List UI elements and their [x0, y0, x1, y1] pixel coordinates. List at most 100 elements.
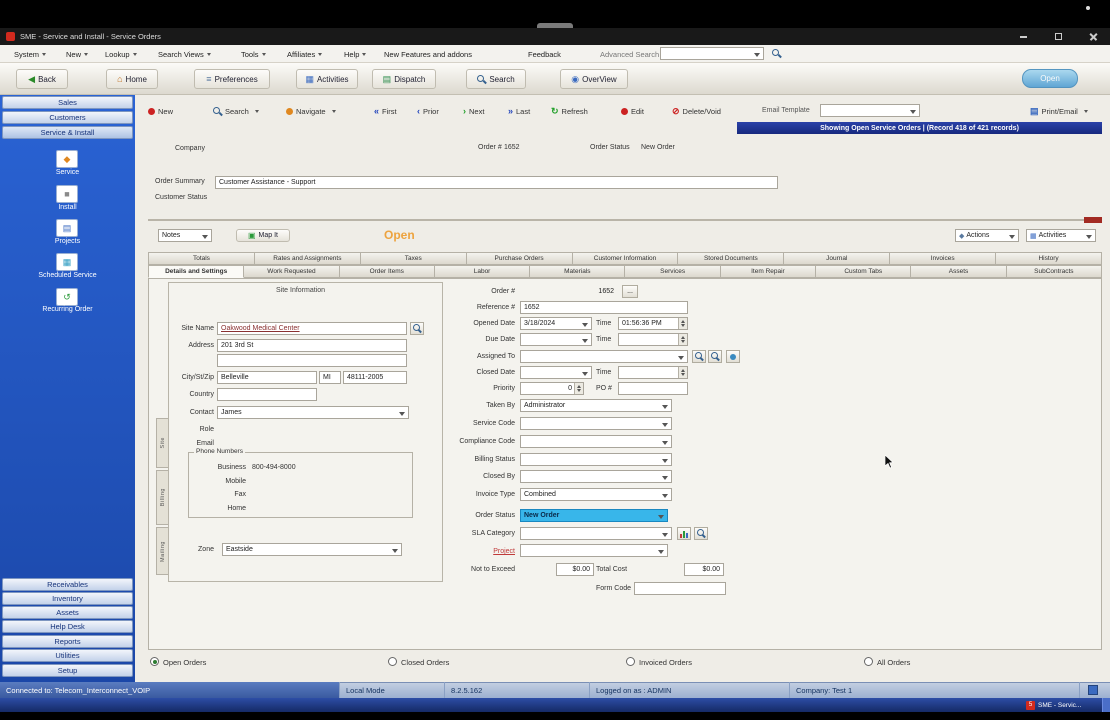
navigate-button[interactable]: Navigate	[286, 104, 336, 118]
closed-date-dropdown[interactable]	[520, 366, 592, 379]
print-email-button[interactable]: ▤ Print/Email	[1030, 104, 1088, 118]
activities-dropdown[interactable]: ▦ Activities	[1026, 229, 1096, 242]
opened-date-dropdown[interactable]: 3/18/2024	[520, 317, 592, 330]
due-date-dropdown[interactable]	[520, 333, 592, 346]
sidebar-item-sales[interactable]: Sales	[2, 96, 133, 109]
open-orders-label[interactable]: Open Orders	[163, 658, 206, 667]
taken-by-dropdown[interactable]: Administrator	[520, 399, 672, 412]
menu-search-views[interactable]: Search Views	[158, 48, 211, 60]
activities-button[interactable]: ▦ Activities	[296, 69, 358, 89]
assigned-contacts-button[interactable]	[726, 350, 740, 363]
edit-button[interactable]: Edit	[621, 104, 644, 118]
show-desktop-button[interactable]	[1102, 698, 1110, 712]
project-dropdown[interactable]	[520, 544, 668, 557]
tab-invoices[interactable]: Invoices	[890, 252, 997, 265]
recurring-order-module-icon[interactable]: ↺	[56, 288, 78, 306]
back-button[interactable]: ◀ Back	[16, 69, 68, 89]
menu-system[interactable]: System	[14, 48, 47, 60]
tab-work-requested[interactable]: Work Requested	[244, 265, 340, 278]
tab-taxes[interactable]: Taxes	[360, 252, 467, 265]
open-view-button[interactable]: Open	[1022, 69, 1078, 88]
not-to-exceed-input[interactable]: $0.00	[556, 563, 594, 576]
notes-dropdown[interactable]: Notes	[158, 229, 212, 242]
zip-input[interactable]: 48111-2005	[343, 371, 407, 384]
prior-record-button[interactable]: ‹ Prior	[417, 104, 439, 118]
order-status-dropdown[interactable]: New Order	[520, 509, 668, 522]
scheduled-service-module-icon[interactable]: ▦	[56, 253, 78, 271]
tab-history[interactable]: History	[996, 252, 1103, 265]
last-record-button[interactable]: » Last	[508, 104, 530, 118]
tab-rates-assignments[interactable]: Rates and Assignments	[254, 252, 361, 265]
all-orders-radio[interactable]	[864, 657, 873, 666]
menu-new[interactable]: New	[66, 48, 89, 60]
menu-feedback[interactable]: Feedback	[528, 48, 561, 60]
tab-order-items[interactable]: Order Items	[339, 265, 435, 278]
dispatch-button[interactable]: ▤ Dispatch	[372, 69, 436, 89]
sidebar-module-projects[interactable]: Projects	[0, 238, 135, 245]
closed-orders-radio[interactable]	[388, 657, 397, 666]
sidebar-module-scheduled-service[interactable]: Scheduled Service	[0, 272, 135, 279]
next-record-button[interactable]: › Next	[463, 104, 484, 118]
vtab-site[interactable]: Site	[156, 418, 168, 468]
zone-dropdown[interactable]: Eastside	[222, 543, 402, 556]
sidebar-item-setup[interactable]: Setup	[2, 664, 133, 677]
email-template-combo[interactable]	[820, 104, 920, 117]
tab-journal[interactable]: Journal	[784, 252, 891, 265]
tab-labor[interactable]: Labor	[434, 265, 531, 278]
po-number-input[interactable]	[618, 382, 688, 395]
menu-affiliates[interactable]: Affiliates	[287, 48, 323, 60]
tab-materials[interactable]: Materials	[530, 265, 626, 278]
sla-chart-button[interactable]	[677, 527, 691, 540]
priority-spinner[interactable]	[574, 383, 583, 394]
sidebar-item-assets[interactable]: Assets	[2, 606, 133, 619]
search-record-button[interactable]: Search	[213, 104, 259, 118]
sidebar-item-reports[interactable]: Reports	[2, 635, 133, 648]
project-link[interactable]: Project	[447, 548, 515, 555]
closed-time-input[interactable]	[618, 366, 688, 379]
priority-stepper[interactable]: 0	[520, 382, 584, 395]
refresh-button[interactable]: ↻ Refresh	[551, 104, 588, 118]
due-time-input[interactable]	[618, 333, 688, 346]
tab-item-repair[interactable]: Item Repair	[720, 265, 817, 278]
delete-void-button[interactable]: ⊘ Delete/Void	[672, 104, 721, 118]
tab-custom-tabs[interactable]: Custom Tabs	[816, 265, 912, 278]
maximize-button[interactable]	[1049, 31, 1067, 42]
closed-by-dropdown[interactable]	[520, 470, 672, 483]
invoiced-orders-label[interactable]: Invoiced Orders	[639, 658, 692, 667]
time-spinner[interactable]	[678, 318, 687, 329]
install-module-icon[interactable]: ■	[56, 185, 78, 203]
search-icon[interactable]	[772, 49, 781, 58]
sidebar-item-utilities[interactable]: Utilities	[2, 649, 133, 662]
tab-subcontracts[interactable]: SubContracts	[1006, 265, 1102, 278]
menu-tools[interactable]: Tools	[241, 48, 266, 60]
tab-totals[interactable]: Totals	[148, 252, 255, 265]
vtab-mailing[interactable]: Mailing	[156, 527, 168, 575]
tab-details-settings[interactable]: Details and Settings	[148, 265, 245, 278]
reference-input[interactable]: 1652	[520, 301, 688, 314]
tab-customer-information[interactable]: Customer Information	[572, 252, 679, 265]
state-input[interactable]: MI	[319, 371, 341, 384]
service-code-dropdown[interactable]	[520, 417, 672, 430]
site-lookup-button[interactable]	[410, 322, 424, 335]
closed-orders-label[interactable]: Closed Orders	[401, 658, 449, 667]
actions-dropdown[interactable]: ◆ Actions	[955, 229, 1019, 242]
tab-purchase-orders[interactable]: Purchase Orders	[466, 252, 573, 265]
home-button[interactable]: ⌂ Home	[106, 69, 158, 89]
open-orders-radio[interactable]	[150, 657, 159, 666]
sla-category-dropdown[interactable]	[520, 527, 672, 540]
address1-input[interactable]: 201 3rd St	[217, 339, 407, 352]
search-button[interactable]: Search	[466, 69, 526, 89]
site-name-input[interactable]: Oakwood Medical Center	[217, 322, 407, 335]
new-record-button[interactable]: New	[148, 104, 173, 118]
invoiced-orders-radio[interactable]	[626, 657, 635, 666]
menu-lookup[interactable]: Lookup	[105, 48, 137, 60]
opened-time-input[interactable]: 01:56:36 PM	[618, 317, 688, 330]
invoice-type-dropdown[interactable]: Combined	[520, 488, 672, 501]
service-module-icon[interactable]: ◆	[56, 150, 78, 168]
vtab-billing[interactable]: Billing	[156, 470, 168, 525]
contact-dropdown[interactable]: James	[217, 406, 409, 419]
all-orders-label[interactable]: All Orders	[877, 658, 910, 667]
advanced-search-combo[interactable]	[660, 47, 764, 60]
map-it-button[interactable]: ▣ Map It	[236, 229, 290, 242]
taskbar-item-sme[interactable]: 5 SME - Servic...	[1026, 699, 1100, 711]
